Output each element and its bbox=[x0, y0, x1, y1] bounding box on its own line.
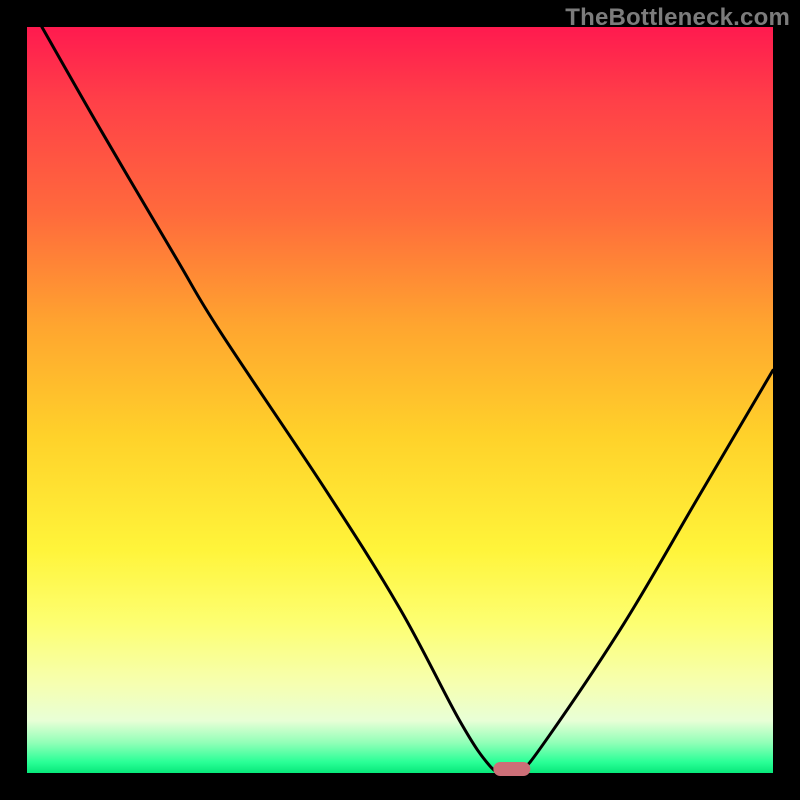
curve-path bbox=[42, 27, 773, 773]
plot-area bbox=[27, 27, 773, 773]
bottleneck-curve bbox=[27, 27, 773, 773]
chart-frame: TheBottleneck.com bbox=[0, 0, 800, 800]
optimal-marker bbox=[493, 762, 530, 776]
